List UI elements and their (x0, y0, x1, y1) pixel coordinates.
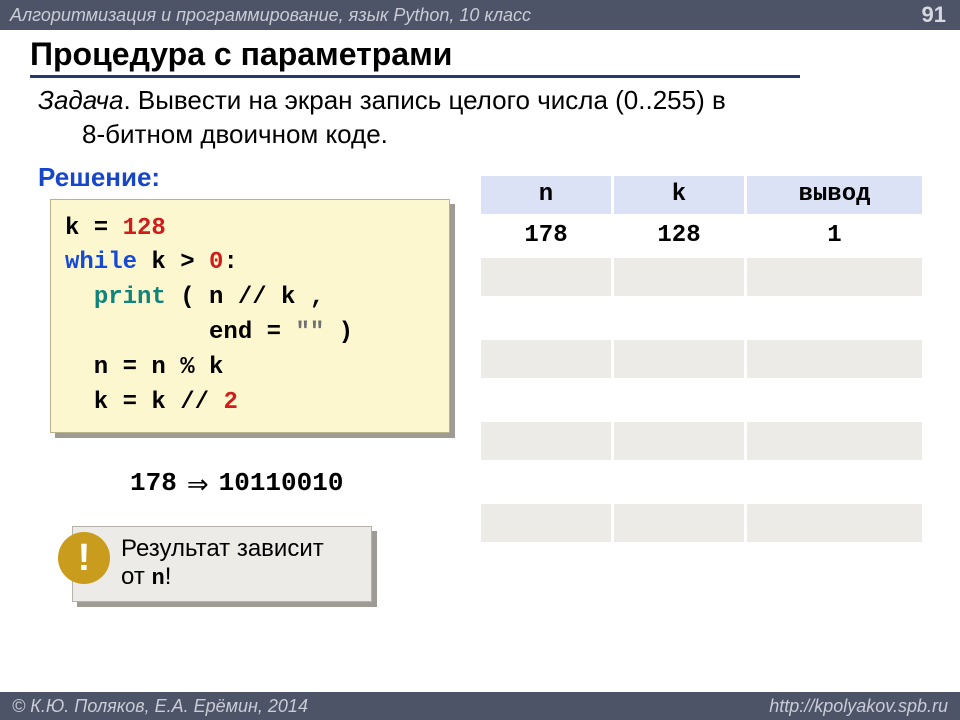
code-number: 128 (123, 215, 166, 242)
code-text: k = (65, 215, 123, 242)
td-out: 1 (747, 217, 922, 255)
slide-footer: © К.Ю. Поляков, Е.А. Ерёмин, 2014 http:/… (0, 692, 960, 720)
code-text: k > (137, 249, 209, 276)
slide-header: Алгоритмизация и программирование, язык … (0, 0, 960, 30)
code-text: ( n // k , (166, 284, 324, 311)
task-line1: . Вывести на экран запись целого числа (… (123, 85, 725, 115)
task-line2: 8-битном двоичном коде. (38, 118, 388, 152)
code-string: "" (295, 319, 324, 346)
code-text: n = n % k (65, 354, 223, 381)
table-spacer (481, 381, 922, 419)
example-out: 10110010 (219, 468, 344, 498)
code-block: k = 128 while k > 0: print ( n // k , en… (50, 199, 450, 434)
table-row (481, 504, 922, 542)
task-label: Задача (38, 85, 123, 115)
copyright: © К.Ю. Поляков, Е.А. Ерёмин, 2014 (12, 696, 308, 717)
trace-table: n k вывод 178 128 1 (478, 173, 925, 545)
task-text: Задача. Вывести на экран запись целого ч… (30, 84, 850, 152)
title-rule (30, 75, 800, 78)
note-box: Результат зависит от n! (72, 526, 372, 602)
warning-icon: ! (58, 532, 110, 584)
code-keyword: while (65, 249, 137, 276)
slide-title: Процедура с параметрами (30, 36, 930, 73)
arrow-icon: ⇒ (187, 469, 209, 500)
code-text: k = k // (65, 389, 223, 416)
footer-url: http://kpolyakov.spb.ru (769, 696, 948, 717)
table-spacer (481, 463, 922, 501)
code-text (65, 284, 94, 311)
note-mono: n (151, 566, 164, 591)
code-number: 2 (223, 389, 237, 416)
table-row (481, 340, 922, 378)
page-number: 91 (922, 2, 946, 28)
table-header-row: n k вывод (481, 176, 922, 214)
table-row: 178 128 1 (481, 217, 922, 255)
code-number: 0 (209, 249, 223, 276)
table-spacer (481, 299, 922, 337)
slide-body: Процедура с параметрами Задача. Вывести … (0, 30, 960, 602)
course-title: Алгоритмизация и программирование, язык … (10, 5, 531, 26)
note-line1: Результат зависит (121, 535, 324, 562)
th-k: k (614, 176, 744, 214)
td-n: 178 (481, 217, 611, 255)
td-k: 128 (614, 217, 744, 255)
th-n: n (481, 176, 611, 214)
code-builtin: print (94, 284, 166, 311)
example-in: 178 (130, 468, 177, 498)
code-text: ) (324, 319, 353, 346)
code-text: end = (65, 319, 295, 346)
table-row (481, 258, 922, 296)
code-text: : (223, 249, 237, 276)
note-callout: ! Результат зависит от n! (72, 526, 450, 602)
note-line2c: ! (165, 563, 172, 590)
example-result: 178 ⇒ 10110010 (130, 467, 450, 498)
table-row (481, 422, 922, 460)
note-line2a: от (121, 563, 151, 590)
th-out: вывод (747, 176, 922, 214)
